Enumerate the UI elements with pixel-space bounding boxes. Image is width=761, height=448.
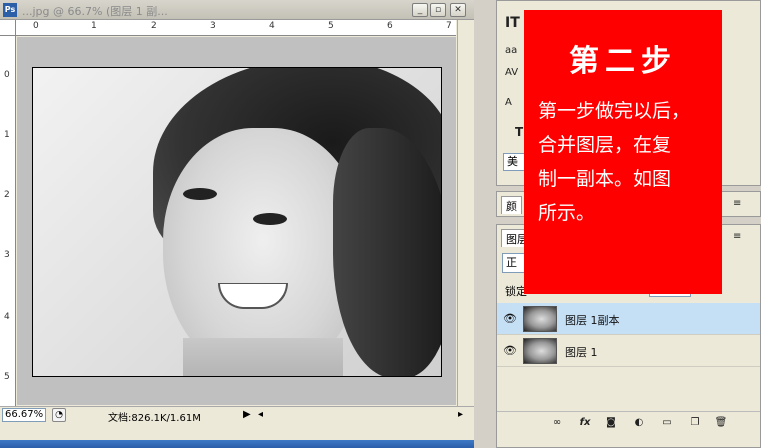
baseline-icon[interactable]: A [505, 97, 512, 108]
ruler-label: 4 [269, 21, 275, 31]
ruler-label: 2 [151, 21, 157, 31]
trash-icon[interactable]: 🗑 [713, 416, 729, 430]
ruler-label: 5 [4, 372, 10, 382]
document-window: Ps ...jpg @ 66.7% (图层 1 副... _ ▫ ✕ 0 1 2… [0, 0, 474, 448]
panel-menu-icon[interactable]: ≡ [733, 231, 741, 242]
photoshop-icon: Ps [3, 3, 17, 17]
note-title: 第二步 [569, 44, 677, 79]
layer-name: 图层 1副本 [565, 314, 620, 327]
ruler-label: 1 [91, 21, 97, 31]
folder-icon[interactable]: ▭ [659, 416, 675, 430]
layer-thumbnail [523, 306, 557, 332]
visibility-eye-icon[interactable]: 👁 [503, 312, 517, 326]
note-line: 所示。 [538, 202, 596, 224]
new-layer-icon[interactable]: ❐ [687, 416, 703, 430]
note-body: 第一步做完以后， 合并图层，在复 制一副本。如图 所示。 [538, 94, 718, 230]
minimize-icon[interactable]: _ [412, 3, 428, 17]
tab-color[interactable]: 颜 [501, 196, 522, 214]
zoom-field[interactable]: 66.67% [2, 408, 46, 422]
photo-neck [183, 338, 343, 376]
taskbar [0, 440, 474, 448]
vertical-ruler[interactable]: 0 1 2 3 4 5 [0, 36, 16, 406]
text-scale-icon[interactable]: IT [505, 15, 520, 31]
status-bar: 66.67% ◔ 文档:826.1K/1.61M ▶ ◂ ▸ [0, 406, 474, 424]
ruler-label: 4 [4, 312, 10, 322]
horizontal-ruler[interactable]: 0 1 2 3 4 5 6 7 [16, 20, 456, 36]
photo-eye-right [253, 213, 287, 225]
photoshop-screen: Ps ...jpg @ 66.7% (图层 1 副... _ ▫ ✕ 0 1 2… [0, 0, 761, 448]
tracking-icon[interactable]: aa [505, 45, 517, 56]
note-line: 第一步做完以后， [538, 100, 691, 122]
panel-menu-icon[interactable]: ≡ [733, 198, 741, 209]
vertical-scrollbar[interactable] [457, 20, 474, 406]
document-titlebar[interactable]: Ps ...jpg @ 66.7% (图层 1 副... _ ▫ ✕ [0, 0, 474, 20]
note-line: 合并图层，在复 [538, 134, 672, 156]
ruler-label: 3 [4, 250, 10, 260]
ruler-label: 2 [4, 190, 10, 200]
document-title: ...jpg @ 66.7% (图层 1 副... [22, 5, 168, 18]
layer-thumbnail [523, 338, 557, 364]
font-select[interactable]: 美 [503, 153, 525, 171]
mask-icon[interactable]: ◙ [603, 416, 619, 430]
visibility-eye-icon[interactable]: 👁 [503, 344, 517, 358]
layer-row-base[interactable]: 👁 图层 1 [497, 335, 760, 367]
kerning-icon[interactable]: AV [505, 67, 518, 78]
adjustment-icon[interactable]: ◐ [631, 416, 647, 430]
fx-icon[interactable]: fx [577, 416, 593, 430]
photo-eye-left [183, 188, 217, 200]
link-icon[interactable]: ∞ [549, 416, 565, 430]
layers-footer: ∞ fx ◙ ◐ ▭ ❐ 🗑 [497, 411, 760, 433]
ruler-label: 6 [387, 21, 393, 31]
restore-icon[interactable]: ▫ [430, 3, 446, 17]
portrait-photo[interactable] [32, 67, 442, 377]
ruler-label: 1 [4, 130, 10, 140]
ruler-label: 7 [446, 21, 452, 31]
ruler-label: 0 [4, 70, 10, 80]
text-style-icon[interactable]: T [515, 125, 523, 139]
tutorial-note: 第二步 第一步做完以后， 合并图层，在复 制一副本。如图 所示。 [524, 10, 722, 294]
layer-name: 图层 1 [565, 346, 598, 359]
note-line: 制一副本。如图 [538, 168, 672, 190]
scroll-left-icon[interactable]: ◂ [258, 409, 263, 420]
ruler-label: 3 [210, 21, 216, 31]
ruler-corner [0, 20, 16, 36]
info-icon[interactable]: ◔ [52, 408, 66, 422]
close-icon[interactable]: ✕ [450, 3, 466, 17]
ruler-label: 5 [328, 21, 334, 31]
status-menu-arrow-icon[interactable]: ▶ [243, 409, 251, 420]
scroll-right-icon[interactable]: ▸ [458, 409, 463, 420]
canvas-area[interactable] [17, 37, 456, 405]
workspace-gap [475, 0, 495, 448]
ruler-label: 0 [33, 21, 39, 31]
photo-hair-side [333, 128, 441, 376]
layer-row-copy[interactable]: 👁 图层 1副本 [497, 303, 760, 335]
